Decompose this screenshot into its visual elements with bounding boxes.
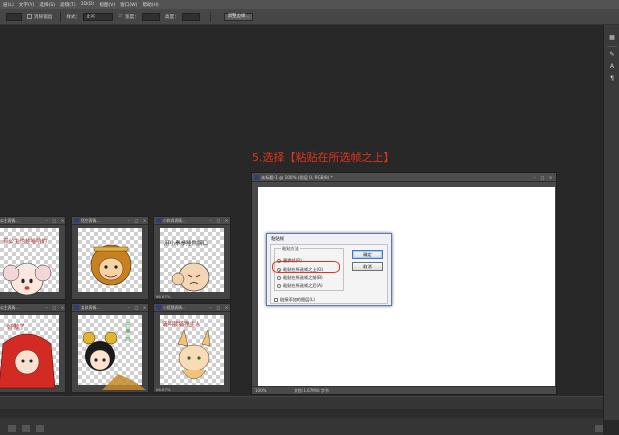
dialog-body: 粘贴方法 替换帧(R) 粘贴在所选帧之上(O) 粘贴在所选帧之前(B) 粘贴在所…: [270, 244, 388, 304]
sticker-caption: 有公主也挂哈哈的: [3, 239, 48, 245]
menu-help[interactable]: 帮助(H): [142, 2, 158, 8]
menu-3d[interactable]: 3D(D): [81, 2, 95, 7]
antialias-label: 消除锯齿: [34, 14, 53, 20]
sticker-caption: 好傲了: [7, 324, 26, 331]
document-titlebar[interactable]: 未标题-1 @ 100% (图层 0, RGB/8) * – □ ×: [252, 173, 556, 182]
checkbox-label: 链接添加的图层(L): [280, 297, 315, 302]
zoom-readout: 66.67%: [156, 387, 171, 392]
options-bar: 消除锯齿 样式： 正常 ⇄ 宽度： 高度： 调整边缘...: [0, 9, 619, 25]
style-select[interactable]: 正常: [83, 12, 114, 21]
radio-icon[interactable]: [277, 284, 281, 288]
little-monk-sticker: [171, 262, 210, 292]
close-icon[interactable]: ×: [548, 175, 553, 180]
option-paste-after-selection[interactable]: 粘贴在所选帧之后(A): [277, 283, 323, 289]
link-layers-checkbox-row[interactable]: 链接添加的图层(L): [274, 297, 315, 303]
width-label: 宽度：: [125, 14, 139, 20]
menu-view[interactable]: 视图(V): [99, 2, 115, 8]
instruction-caption: 5.选择【粘贴在所选帧之上】: [252, 151, 395, 164]
radio-icon[interactable]: [277, 276, 281, 280]
sticker-caption: 请叫我狐狸主人: [162, 322, 201, 328]
sticker-caption: 开 黑 吗: [124, 322, 130, 342]
sticker-caption: 用小拳拳捶你胸口: [164, 241, 209, 247]
menu-select[interactable]: 选择(S): [39, 2, 55, 8]
menu-bar: 层(L) 文字(Y) 选择(S) 滤镜(T) 3D(D) 视图(V) 窗口(W)…: [0, 0, 619, 9]
style-label: 样式：: [66, 14, 81, 20]
height-field[interactable]: [181, 12, 200, 21]
timeline-control-icon[interactable]: [22, 425, 30, 432]
black-hair-girl-sticker: [82, 331, 146, 390]
feather-field[interactable]: [6, 12, 22, 21]
antialias-checkbox[interactable]: [27, 14, 32, 19]
paste-method-title: 粘贴方法: [281, 246, 300, 252]
checkbox-icon[interactable]: [274, 298, 278, 302]
minimize-icon[interactable]: –: [532, 175, 537, 180]
right-panel-strip: ▦ ✎ A ¶: [603, 25, 619, 420]
history-icon[interactable]: ▦: [608, 34, 616, 42]
red-hair-sticker: [0, 333, 56, 389]
thumbnail-window[interactable]: 小狐狸表情... – □ × 请叫我狐狸主人 66.67%: [153, 303, 231, 393]
width-field[interactable]: [141, 12, 160, 21]
document-status-bar: 100% 文档:1.67M/0 字节: [252, 386, 556, 394]
menu-window[interactable]: 窗口(W): [120, 2, 137, 8]
refine-edge-button[interactable]: 调整边缘...: [223, 12, 254, 21]
ps-document-icon: [254, 175, 259, 180]
monkey-king-sticker: [90, 244, 132, 286]
zoom-readout: 66.67%: [156, 294, 171, 299]
thumbnail-window[interactable]: 悟空表情... – □ ×: [71, 216, 149, 300]
cancel-button[interactable]: 取消: [352, 262, 383, 271]
swap-icon[interactable]: ⇄: [118, 14, 122, 19]
timeline-control-icon[interactable]: [36, 425, 44, 432]
ok-button[interactable]: 确定: [352, 250, 383, 259]
thumbnail-window[interactable]: 公主表情... – □ × 好傲了: [0, 303, 66, 393]
maximize-icon[interactable]: □: [540, 175, 545, 180]
option-label: 粘贴在所选帧之后(A): [283, 283, 323, 288]
options-divider: [209, 11, 211, 22]
option-label: 粘贴在所选帧之前(B): [283, 275, 323, 280]
doc-size-info[interactable]: 文档:1.67M/0 字节: [294, 388, 329, 394]
menu-layer[interactable]: 层(L): [3, 2, 14, 8]
panel-divider: [607, 46, 617, 47]
thumbnail-window[interactable]: 公主表情... – □ × 有公主也挂哈哈的: [0, 216, 66, 300]
timeline-control-icon[interactable]: [8, 425, 16, 432]
height-label: 高度：: [164, 14, 179, 20]
timeline-panel: [0, 396, 603, 435]
option-paste-before-selection[interactable]: 粘贴在所选帧之前(B): [277, 275, 323, 281]
thumbnail-window[interactable]: 女孩表情... – □ × 开 黑 吗: [71, 303, 149, 393]
menu-filter[interactable]: 滤镜(T): [60, 2, 76, 8]
thumbnail-window[interactable]: 小和尚表情... – □ × 用小拳拳捶你胸口 66.67%: [153, 216, 231, 300]
annotation-highlight-ellipse: [272, 261, 340, 273]
document-title: 未标题-1 @ 100% (图层 0, RGB/8) *: [261, 175, 333, 180]
options-divider: [60, 11, 62, 22]
dialog-title: 粘贴帧: [271, 237, 285, 242]
menu-type[interactable]: 文字(Y): [19, 2, 35, 8]
character-icon[interactable]: A: [608, 63, 616, 71]
zoom-level[interactable]: 100%: [255, 388, 266, 393]
princess-sticker: [2, 262, 52, 296]
brush-panel-icon[interactable]: ✎: [608, 51, 616, 59]
timeline-control-icon[interactable]: [595, 425, 603, 432]
paragraph-icon[interactable]: ¶: [608, 75, 616, 83]
fox-girl-sticker: [177, 329, 211, 380]
timeline-strip: [0, 409, 603, 418]
